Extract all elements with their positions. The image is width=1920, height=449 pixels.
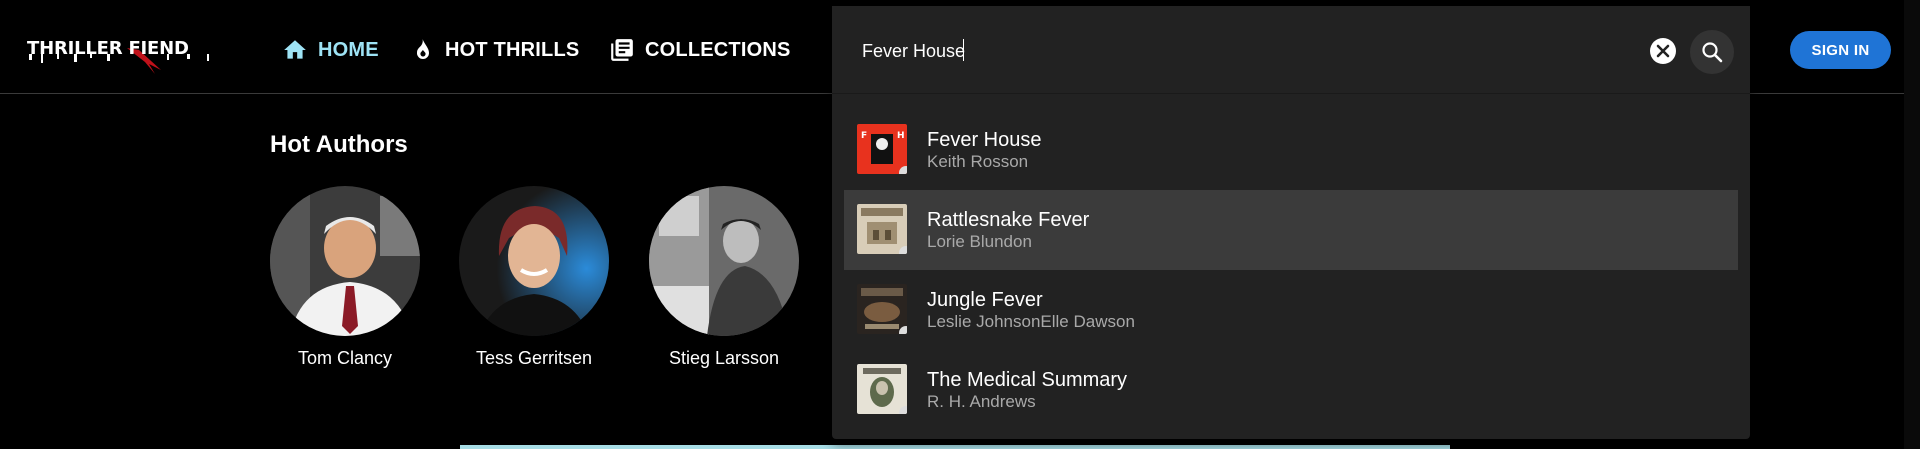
author-photo [270,186,420,336]
search-panel: F H Fever House Keith Rosson Ra [832,6,1750,439]
result-author: Leslie JohnsonElle Dawson [927,312,1135,331]
logo[interactable]: THRILLER FIEND [27,34,223,76]
book-cover [857,364,907,414]
library-icon [611,39,633,61]
sign-in-button[interactable]: SIGN IN [1790,31,1891,69]
page-scrollbar[interactable] [1904,0,1920,449]
search-result-item[interactable]: Jungle Fever Leslie JohnsonElle Dawson [844,270,1738,350]
clear-search-button[interactable] [1650,38,1676,64]
search-result-item[interactable]: Rattlesnake Fever Lorie Blundon [844,190,1738,270]
author-avatar[interactable] [270,186,420,336]
search-input[interactable] [862,38,1642,64]
search-result-item[interactable]: F H Fever House Keith Rosson [844,110,1738,190]
nav-home-label: HOME [318,38,379,61]
author-name[interactable]: Tom Clancy [255,348,435,369]
result-author: Lorie Blundon [927,232,1032,251]
close-icon [1656,44,1670,58]
search-icon [1702,42,1723,63]
book-cover: F H [857,124,907,174]
nav-hot-thrills-label: HOT THRILLS [445,38,580,61]
nav-collections[interactable]: COLLECTIONS [609,30,791,70]
author-avatar[interactable] [459,186,609,336]
nav-hot-thrills[interactable]: HOT THRILLS [411,30,579,70]
featured-banner-edge [460,445,1450,449]
author-photo [459,186,609,336]
nav-collections-label: COLLECTIONS [645,38,791,61]
result-title: Fever House [927,129,1042,151]
book-cover [857,204,907,254]
home-icon [284,40,306,59]
nav-home[interactable]: HOME [282,30,379,70]
result-title: Jungle Fever [927,289,1043,311]
search-results-list: F H Fever House Keith Rosson Rattlesnake… [844,110,1738,430]
search-result-item[interactable]: The Medical Summary R. H. Andrews [844,350,1738,430]
author-name[interactable]: Tess Gerritsen [444,348,624,369]
result-title: Rattlesnake Fever [927,209,1090,231]
search-button[interactable] [1690,30,1734,74]
text-caret [963,39,964,61]
author-name[interactable]: Stieg Larsson [634,348,814,369]
search-bar [832,6,1750,94]
result-title: The Medical Summary [927,369,1128,391]
result-author: R. H. Andrews [927,392,1036,411]
result-author: Keith Rosson [927,152,1029,171]
svg-text:H: H [897,131,905,141]
logo-text: THRILLER FIEND [27,38,189,59]
book-cover [857,284,907,334]
author-photo [649,186,799,336]
svg-text:F: F [861,131,867,141]
section-title: Hot Authors [270,131,408,158]
flame-icon [416,39,429,60]
author-avatar[interactable] [649,186,799,336]
